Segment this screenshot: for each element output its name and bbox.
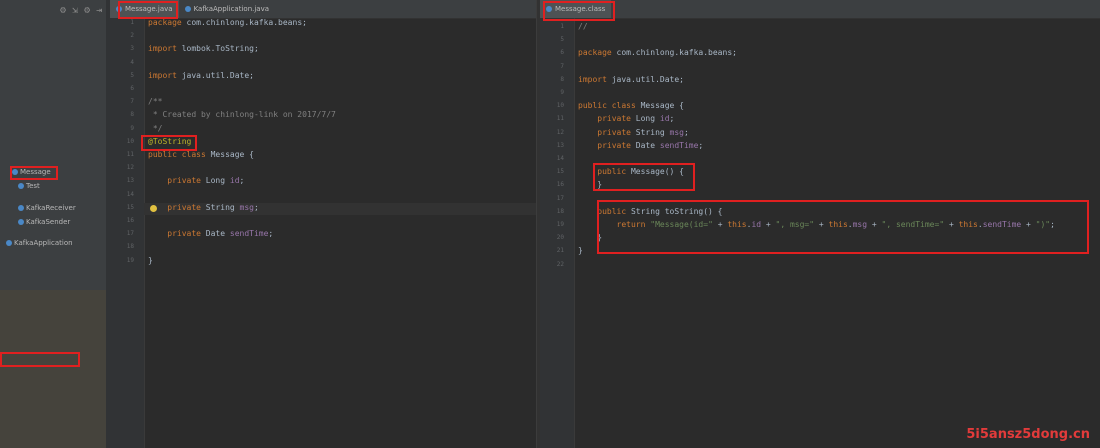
line-number: 1 [560,23,564,30]
class-icon [18,205,24,211]
line-number: 9 [130,124,134,132]
code-line[interactable]: } [578,233,602,242]
code-line[interactable]: } [578,246,583,255]
left-tabbar: Message.java KafkaApplication.java [110,0,536,19]
line-number: 19 [126,256,134,264]
project-tree[interactable]: ⚙ ⇲ ⚙ ⇥ Message Test KafkaReceiver KafkaSen… [0,0,107,448]
line-number: 8 [130,111,134,119]
tree-item[interactable]: Test [0,180,40,192]
line-number: 11 [556,115,564,123]
class-icon [6,240,12,246]
tree-item-label: KafkaApplication [14,239,73,247]
line-number: 6 [560,49,564,57]
code-line[interactable]: private Date sendTime; [578,141,703,150]
code-line[interactable]: private String msg; [578,128,689,137]
hide-icon[interactable]: ⇥ [96,5,102,16]
line-number: 8 [560,75,564,83]
tree-item[interactable]: KafkaSender [0,216,70,228]
line-number: 16 [556,181,564,189]
tree-item[interactable]: Message [0,166,51,178]
line-number: 13 [126,177,134,185]
line-number: 22 [556,260,564,268]
ide-window: ⚙ ⇲ ⚙ ⇥ Message Test KafkaReceiver KafkaSen… [0,0,1100,448]
tree-item-label: Test [26,182,40,190]
line-number: 21 [556,247,564,255]
line-number: 7 [560,62,564,70]
tab-message-class[interactable]: Message.class [540,0,612,18]
line-number: 15 [556,168,564,176]
tree-item[interactable]: KafkaReceiver [0,202,76,214]
class-icon [18,183,24,189]
watermark: 5i5ansz5dong.cn [966,427,1090,442]
line-number: 11 [126,151,134,158]
gear-icon[interactable]: ⚙ [60,5,66,16]
code-line[interactable]: @ToString [148,137,191,146]
code-line[interactable]: return "Message(id=" + this.id + ", msg=… [578,220,1055,229]
tree-item-label: Message [20,168,51,176]
line-number: 16 [126,217,134,224]
class-icon [116,6,122,12]
editor-right[interactable]: Message.class 1 // 5 6 package com.chinlong.… [540,0,1100,448]
line-number: 13 [556,141,564,149]
line-number: 5 [130,71,134,79]
code-line[interactable]: public class Message { [148,150,254,159]
code-line[interactable]: package com.chinlong.kafka.beans; [578,48,737,57]
line-number: 7 [130,98,134,106]
code-line[interactable]: */ [148,124,163,133]
line-number: 17 [126,230,134,238]
tab-kafka-application-java[interactable]: KafkaApplication.java [179,0,275,18]
code-line[interactable]: package com.chinlong.kafka.beans; [148,18,307,27]
line-number: 18 [126,243,134,251]
class-icon [12,169,18,175]
line-number: 12 [556,128,564,136]
code-line[interactable]: // [578,22,588,31]
code-line[interactable]: public class Message { [578,101,684,110]
tree-item-label: KafkaSender [26,218,71,226]
code-line[interactable]: private Date sendTime; [148,229,273,238]
code-line[interactable]: } [578,180,602,189]
code-line[interactable]: } [148,256,153,265]
line-number: 5 [560,36,564,44]
line-number: 12 [126,164,134,172]
code-line[interactable]: public Message() { [578,167,684,176]
right-tabbar: Message.class [540,0,1100,19]
collapse-icon[interactable]: ⇲ [72,5,78,16]
line-number: 18 [556,207,564,215]
line-number: 14 [126,190,134,198]
line-number: 2 [130,32,134,40]
line-number: 10 [126,137,134,145]
class-icon [18,219,24,225]
code-line[interactable]: import lombok.ToString; [148,44,259,53]
line-number: 17 [556,194,564,202]
code-line[interactable]: private String msg; [148,203,259,212]
tab-message-java[interactable]: Message.java [110,0,179,18]
tree-lower-section [0,290,106,448]
settings-icon[interactable]: ⚙ [84,5,90,16]
line-number: 1 [130,19,134,26]
code-line[interactable]: import java.util.Date; [148,71,254,80]
editor-left[interactable]: Message.java KafkaApplication.java 1 pack… [110,0,536,448]
line-number: 3 [130,45,134,53]
code-line[interactable]: /** [148,97,162,106]
code-line[interactable]: * Created by chinlong-link on 2017/7/7 [148,110,336,119]
line-number: 20 [556,234,564,242]
line-number: 4 [130,58,134,66]
class-icon [546,6,552,12]
tree-item[interactable]: KafkaApplication [0,237,73,249]
code-line[interactable]: private Long id; [578,114,674,123]
tree-item-label: KafkaReceiver [26,204,76,212]
line-number: 10 [556,102,564,110]
line-number: 15 [126,203,134,211]
tree-toolbar: ⚙ ⇲ ⚙ ⇥ [0,0,106,20]
line-number: 6 [130,85,134,92]
line-number: 14 [556,155,564,162]
code-line[interactable]: import java.util.Date; [578,75,684,84]
code-line[interactable]: public String toString() { [578,207,722,216]
line-number: 9 [560,89,564,96]
class-icon [184,6,191,12]
code-line[interactable]: private Long id; [148,176,244,185]
line-number: 19 [556,221,564,228]
